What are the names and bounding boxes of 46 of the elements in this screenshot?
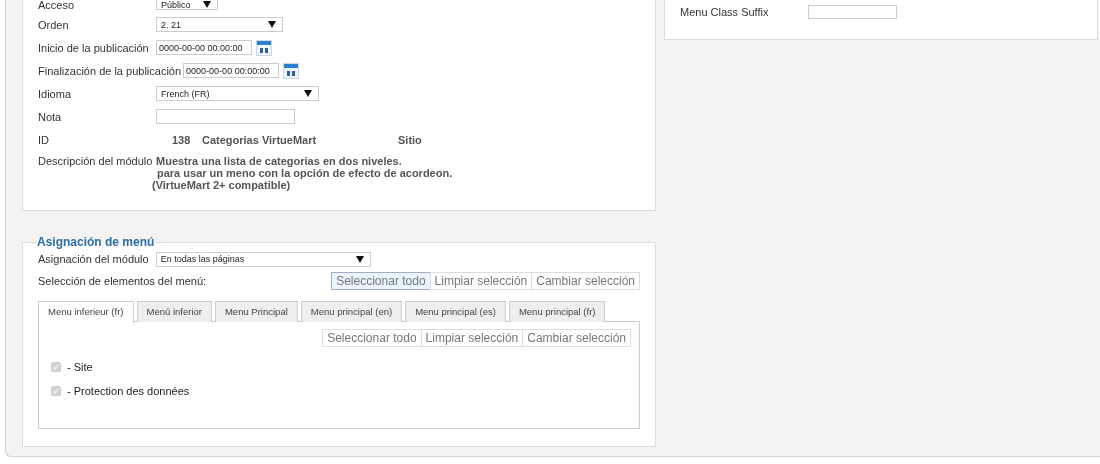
- tab[interactable]: Menu principal (en): [300, 301, 403, 322]
- field-label: Asignación del módulo: [38, 253, 149, 265]
- caret-icon: [355, 255, 364, 263]
- select-field[interactable]: En todas las páginas: [155, 251, 371, 267]
- field-label: Finalización de la publicación: [38, 64, 182, 77]
- tab[interactable]: Menu Principal: [214, 301, 298, 322]
- select-button[interactable]: Seleccionar todo: [322, 329, 422, 347]
- text-field[interactable]: [156, 109, 295, 124]
- select-button[interactable]: Cambiar selección: [522, 329, 631, 347]
- select-button[interactable]: Limpiar selección: [429, 272, 533, 290]
- select-field[interactable]: Público: [156, 0, 218, 10]
- tab[interactable]: Menu principal (fr): [508, 301, 606, 322]
- tab[interactable]: Menu principal (es): [405, 301, 506, 322]
- field-label: Menu Class Suffix: [680, 5, 770, 18]
- select-field[interactable]: 2. 21: [156, 17, 283, 32]
- section-title: Asignación de menú: [36, 235, 156, 249]
- select-button[interactable]: Limpiar selección: [420, 329, 524, 347]
- date-field[interactable]: 0000-00-00 00:00:00: [156, 40, 252, 55]
- field-label: Acceso: [38, 0, 76, 10]
- description-text: (VirtueMart 2+ compatible): [152, 179, 292, 191]
- info-text: Categorias VirtueMart: [202, 133, 318, 146]
- description-text: Muestra una lista de categorias en dos niveles.: [156, 155, 403, 167]
- field-label: Descripción del módulo: [38, 155, 154, 167]
- caret-icon: [268, 21, 276, 28]
- info-text: Sitio: [398, 133, 422, 146]
- date-field[interactable]: 0000-00-00 00:00:00: [183, 63, 280, 78]
- field-label: Orden: [38, 18, 70, 31]
- calendar-icon[interactable]: [256, 39, 272, 56]
- select-field[interactable]: French (FR): [156, 86, 319, 101]
- tab[interactable]: Menú inferior: [136, 301, 212, 322]
- field-label: Nota: [38, 110, 63, 123]
- calendar-icon[interactable]: [283, 62, 300, 79]
- select-button[interactable]: Seleccionar todo: [331, 272, 431, 290]
- info-text: 138: [172, 133, 192, 146]
- text-field[interactable]: [808, 4, 897, 19]
- field-label: Idioma: [38, 87, 73, 100]
- select-button[interactable]: Cambiar selección: [531, 272, 640, 290]
- field-label: ID: [38, 133, 50, 146]
- caret-icon: [304, 90, 312, 97]
- field-label: Selección de elementos del menú:: [38, 275, 207, 287]
- description-text: para usar un meno con la opción de efecto de acordeon.: [156, 167, 453, 179]
- caret-icon: [203, 1, 211, 8]
- item-label: - Site: [67, 360, 93, 373]
- item-label: - Protection des données: [67, 384, 190, 397]
- field-label: Inicio de la publicación: [38, 41, 150, 54]
- tab[interactable]: Menu inferieur (fr): [38, 301, 134, 323]
